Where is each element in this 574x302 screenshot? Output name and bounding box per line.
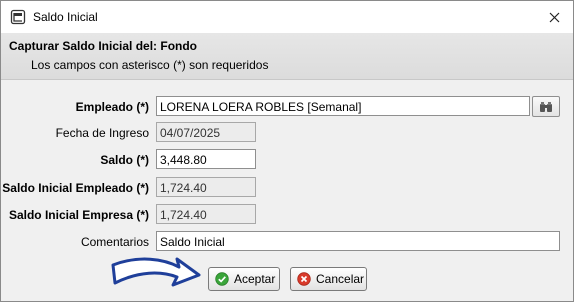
saldo-empresa-field: 1,724.40: [156, 204, 256, 224]
saldo-empresa-label: Saldo Inicial Empresa (*): [8, 208, 149, 222]
accept-button[interactable]: Aceptar: [208, 267, 280, 291]
title-bar: Saldo Inicial: [1, 1, 573, 33]
cancel-circle-icon: [297, 272, 311, 286]
window-app-icon: [10, 9, 26, 25]
cancel-label: Cancelar: [316, 272, 365, 286]
empleado-field[interactable]: LORENA LOERA ROBLES [Semanal]: [156, 96, 530, 116]
pointing-arrow-icon: [111, 257, 201, 287]
fecha-ingreso-field: 04/07/2025: [156, 122, 256, 142]
header-subtitle: Los campos con asterisco (*) son requeri…: [31, 58, 269, 72]
saldo-inicial-dialog: Saldo Inicial Capturar Saldo Inicial del…: [0, 0, 574, 302]
close-icon: [549, 12, 559, 22]
empleado-label: Empleado (*): [75, 100, 149, 114]
form-header: Capturar Saldo Inicial del: Fondo Los ca…: [1, 33, 573, 80]
comentarios-field[interactable]: Saldo Inicial: [156, 231, 560, 251]
saldo-field[interactable]: 3,448.80: [156, 149, 256, 169]
employee-lookup-button[interactable]: [532, 96, 560, 117]
check-circle-icon: [215, 272, 229, 286]
cancel-button[interactable]: Cancelar: [290, 267, 367, 291]
close-button[interactable]: [541, 5, 567, 29]
binoculars-icon: [540, 101, 552, 112]
fecha-ingreso-label: Fecha de Ingreso: [55, 126, 149, 140]
saldo-label: Saldo (*): [100, 153, 149, 167]
header-title: Capturar Saldo Inicial del: Fondo: [9, 39, 198, 53]
window-title: Saldo Inicial: [33, 10, 98, 24]
comentarios-label: Comentarios: [80, 235, 149, 249]
saldo-empleado-field: 1,724.40: [156, 177, 256, 197]
saldo-empleado-label: Saldo Inicial Empleado (*): [2, 181, 149, 195]
accept-label: Aceptar: [234, 272, 276, 286]
